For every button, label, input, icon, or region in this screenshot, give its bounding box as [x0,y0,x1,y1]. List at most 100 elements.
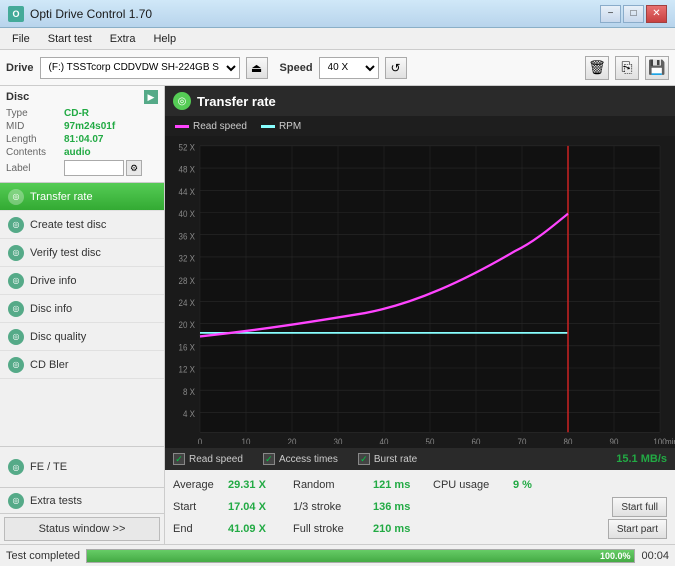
status-text: Test completed [6,550,80,562]
verify-test-disc-icon: ◎ [8,245,24,261]
svg-text:48 X: 48 X [179,164,196,175]
nav-cd-bler[interactable]: ◎ CD Bler [0,351,164,379]
disc-label-input[interactable] [64,160,124,176]
speed-label: Speed [280,62,313,74]
chart-svg: 52 X 48 X 44 X 40 X 36 X 32 X 28 X 24 X … [165,140,675,444]
one-third-stroke-value: 136 ms [373,501,423,513]
minimize-button[interactable]: − [600,5,621,23]
speed-select[interactable]: 40 X [319,57,379,79]
stats-row-3: End 41.09 X Full stroke 210 ms Start par… [173,518,667,540]
svg-text:60: 60 [472,437,481,444]
disc-mid-row: MID 97m24s01f [6,121,158,132]
save-button[interactable]: 💾 [645,56,669,80]
nav-drive-info-label: Drive info [30,275,76,287]
nav-disc-quality[interactable]: ◎ Disc quality [0,323,164,351]
refresh-button[interactable]: ↺ [385,57,407,79]
svg-text:16 X: 16 X [179,342,196,353]
menu-help[interactable]: Help [145,31,184,47]
access-times-checkbox[interactable]: ✓ Access times [263,453,338,465]
stats-area: Average 29.31 X Random 121 ms CPU usage … [165,470,675,544]
create-test-disc-icon: ◎ [8,217,24,233]
toolbar: Drive (F:) TSSTcorp CDDVDW SH-224GB SB00… [0,50,675,86]
close-button[interactable]: ✕ [646,5,667,23]
chart-icon: ◎ [173,92,191,110]
svg-text:40 X: 40 X [179,209,196,220]
cpu-usage-label: CPU usage [433,479,503,491]
average-label: Average [173,479,218,491]
svg-text:0: 0 [198,437,203,444]
disc-contents-value: audio [64,147,91,158]
one-third-stroke-label: 1/3 stroke [293,501,363,513]
burst-rate-checkbox[interactable]: ✓ Burst rate [358,453,417,465]
nav-cd-bler-label: CD Bler [30,359,69,371]
legend-read-speed-label: Read speed [193,121,247,132]
svg-text:min: min [665,437,675,444]
fe-te-icon: ◎ [8,459,24,475]
disc-panel: Disc ▶ Type CD-R MID 97m24s01f Length 81… [0,86,164,183]
svg-text:40: 40 [380,437,389,444]
end-value: 41.09 X [228,523,283,535]
disc-quality-icon: ◎ [8,329,24,345]
menu-extra[interactable]: Extra [102,31,144,47]
legend-read-speed: Read speed [175,121,247,132]
svg-text:70: 70 [518,437,527,444]
start-part-button[interactable]: Start part [608,519,667,539]
chart-area: 52 X 48 X 44 X 40 X 36 X 32 X 28 X 24 X … [165,136,675,448]
erase-button[interactable]: 🗑 [585,56,609,80]
nav-disc-info[interactable]: ◎ Disc info [0,295,164,323]
app-icon: O [8,6,24,22]
drive-label: Drive [6,62,34,74]
read-speed-checkbox[interactable]: ✓ Read speed [173,453,243,465]
start-label: Start [173,501,218,513]
disc-type-label: Type [6,108,64,119]
disc-length-row: Length 81:04.07 [6,134,158,145]
burst-rate-checkbox-label: Burst rate [374,454,417,465]
cd-bler-icon: ◎ [8,357,24,373]
progress-bar [87,550,634,562]
nav-transfer-rate[interactable]: ◎ Transfer rate [0,183,164,211]
content-area: ◎ Transfer rate Read speed RPM [165,86,675,544]
svg-text:24 X: 24 X [179,297,196,308]
nav-fe-te[interactable]: ◎ FE / TE [8,453,156,481]
chart-header: ◎ Transfer rate [165,86,675,116]
eject-button[interactable]: ⏏ [246,57,268,79]
read-speed-checkbox-label: Read speed [189,454,243,465]
drive-select[interactable]: (F:) TSSTcorp CDDVDW SH-224GB SB00 [40,57,240,79]
nav-drive-info[interactable]: ◎ Drive info [0,267,164,295]
copy-button[interactable]: ⎘ [615,56,639,80]
disc-contents-row: Contents audio [6,147,158,158]
disc-type-row: Type CD-R [6,108,158,119]
nav-verify-test-disc-label: Verify test disc [30,247,101,259]
disc-mid-label: MID [6,121,64,132]
full-stroke-label: Full stroke [293,523,363,535]
svg-text:50: 50 [426,437,435,444]
random-label: Random [293,479,363,491]
transfer-rate-icon: ◎ [8,189,24,205]
svg-text:20: 20 [288,437,297,444]
disc-label-label: Label [6,163,64,174]
start-full-button[interactable]: Start full [612,497,667,517]
disc-contents-label: Contents [6,147,64,158]
full-stroke-value: 210 ms [373,523,423,535]
fe-te-area: ◎ FE / TE [0,447,164,488]
disc-header: Disc ▶ [6,90,158,104]
menu-file[interactable]: File [4,31,38,47]
disc-expand-button[interactable]: ▶ [144,90,158,104]
svg-text:80: 80 [564,437,573,444]
nav-extra-tests[interactable]: ◎ Extra tests [0,488,164,514]
nav-create-test-disc[interactable]: ◎ Create test disc [0,211,164,239]
legend-rpm-label: RPM [279,121,301,132]
status-window-button[interactable]: Status window >> [4,517,160,541]
nav-verify-test-disc[interactable]: ◎ Verify test disc [0,239,164,267]
nav-transfer-rate-label: Transfer rate [30,191,93,203]
start-value: 17.04 X [228,501,283,513]
elapsed-time: 00:04 [641,550,669,562]
read-speed-color [175,125,189,128]
menu-start-test[interactable]: Start test [40,31,100,47]
maximize-button[interactable]: □ [623,5,644,23]
progress-text: 100.0% [600,551,631,561]
disc-label-settings-button[interactable]: ⚙ [126,160,142,176]
progress-bar-container: 100.0% [86,549,635,563]
disc-title: Disc [6,91,29,103]
disc-mid-value: 97m24s01f [64,121,115,132]
